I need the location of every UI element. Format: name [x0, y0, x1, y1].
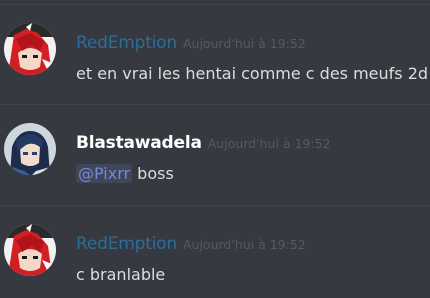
anime-red-avatar-icon	[4, 23, 56, 75]
anime-blue-avatar-icon	[4, 123, 56, 175]
user-avatar[interactable]	[4, 224, 56, 276]
user-avatar[interactable]	[4, 23, 56, 75]
message-text: @Pixrr boss	[76, 164, 174, 183]
timestamp: Aujourd'hui à 19:52	[182, 237, 306, 252]
message-item: RedEmption Aujourd'hui à 19:52 c branlabl…	[0, 206, 430, 298]
chat-messages: RedEmption Aujourd'hui à 19:52 et en vrai…	[0, 0, 430, 298]
message-text-body: boss	[132, 164, 174, 183]
user-mention[interactable]: @Pixrr	[76, 164, 133, 183]
username[interactable]: RedEmption	[76, 33, 177, 53]
timestamp: Aujourd'hui à 19:52	[182, 36, 306, 51]
message-item: Blastawadela Aujourd'hui à 19:52 @Pixrr b…	[0, 105, 430, 197]
timestamp: Aujourd'hui à 19:52	[207, 136, 331, 151]
message-item: RedEmption Aujourd'hui à 19:52 et en vrai…	[0, 5, 430, 97]
username[interactable]: RedEmption	[76, 234, 177, 254]
message-text: c branlable	[76, 265, 166, 284]
anime-red-avatar-icon	[4, 224, 56, 276]
user-avatar[interactable]	[4, 123, 56, 175]
username[interactable]: Blastawadela	[76, 133, 202, 153]
message-text: et en vrai les hentai comme c des meufs …	[76, 64, 429, 83]
